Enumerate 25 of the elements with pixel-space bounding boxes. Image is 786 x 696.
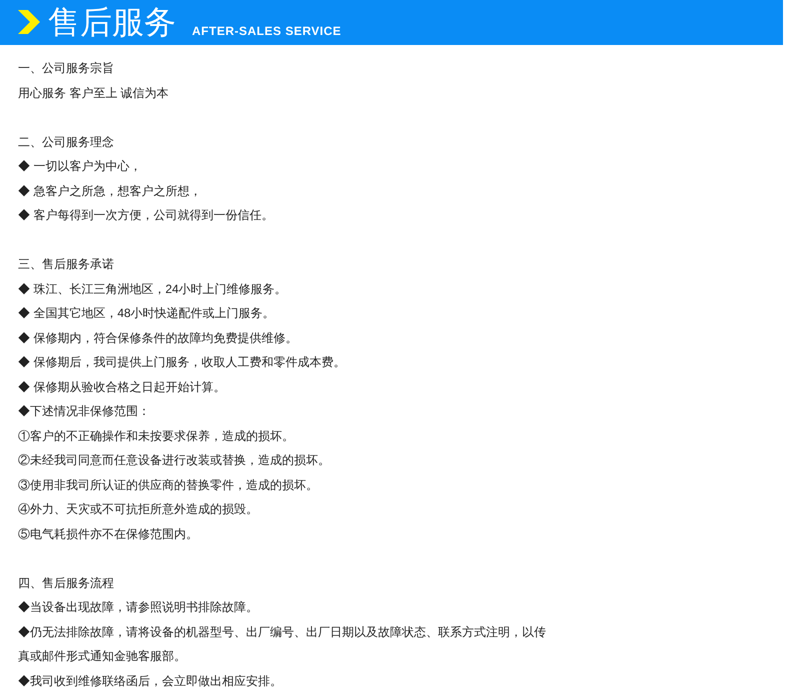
section-heading: 一、公司服务宗旨 — [18, 60, 115, 77]
list-item: ③使用非我司所认证的供应商的替换零件，造成的损坏。 — [18, 476, 319, 494]
list-item: ①客户的不正确操作和未按要求保养，造成的损坏。 — [18, 428, 295, 444]
list-item: ◆ 急客户之所急，想客户之所想， — [18, 182, 202, 200]
list-item: ◆仍无法排除故障，请将设备的机器型号、出厂编号、出厂日期以及故障状态、联系方式注明，以传真或邮件形式通知金驰客服部。 — [18, 624, 547, 665]
list-item: ◆当设备出现故障，请参照说明书排除故障。 — [18, 599, 259, 616]
list-item: ◆ 保修期从验收合格之日起开始计算。 — [18, 378, 226, 396]
list-item: ◆ 珠江、长江三角洲地区，24小时上门维修服务。 — [18, 280, 288, 298]
list-item: 用心服务 客户至上 诚信为本 — [18, 84, 170, 102]
list-item: ◆ 一切以客户为中心， — [18, 158, 142, 175]
section-heading: 二、公司服务理念 — [18, 134, 115, 150]
list-item: ◆ 保修期后，我司提供上门服务，收取人工费和零件成本费。 — [18, 354, 346, 371]
list-item: ◆我司收到维修联络函后，会立即做出相应安排。 — [18, 672, 283, 690]
list-item: ②未经我司同意而任意设备进行改装或替换，造成的损坏。 — [18, 452, 331, 469]
section-heading: 四、售后服务流程 — [18, 574, 115, 592]
list-item: ◆ 全国其它地区，48小时快递配件或上门服务。 — [18, 305, 276, 322]
header-title: 售后服务 — [48, 3, 176, 41]
list-item: ◆ 客户每得到一次方便，公司就得到一份信任。 — [18, 207, 274, 224]
list-item: ◆ 保修期内，符合保修条件的故障均免费提供维修。 — [18, 330, 298, 346]
chevron-icon — [18, 10, 40, 34]
list-item: ⑤电气耗损件亦不在保修范围内。 — [18, 526, 199, 542]
header-subtitle: AFTER-SALES SERVICE — [192, 23, 342, 40]
list-item: ④外力、天灾或不可抗拒所意外造成的损毁。 — [18, 501, 259, 518]
list-item: ◆下述情况非保修范围： — [18, 403, 151, 420]
section-heading: 三、售后服务承诺 — [18, 256, 115, 273]
